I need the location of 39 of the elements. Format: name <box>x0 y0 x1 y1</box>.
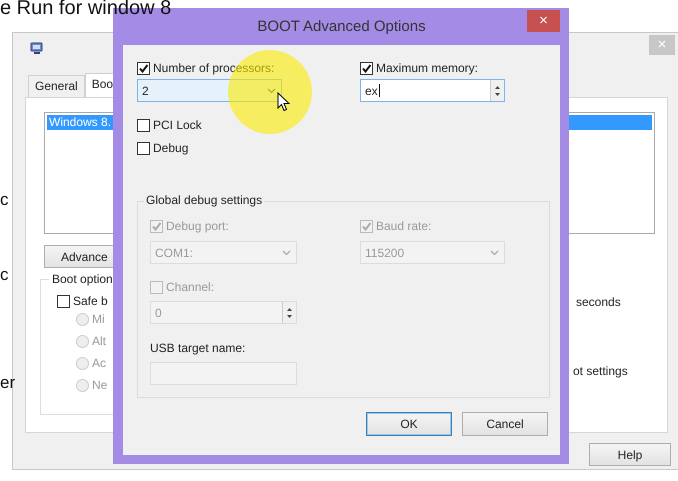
checkbox[interactable] <box>137 62 150 74</box>
group-title: Global debug settings <box>144 193 264 207</box>
field-label: USB target name: <box>150 341 246 355</box>
spin-buttons[interactable] <box>490 80 504 101</box>
pointer-icon <box>277 92 290 112</box>
close-button[interactable]: × <box>527 10 560 32</box>
text-fragment: c <box>0 265 8 285</box>
checkbox-label: Baud rate: <box>376 219 432 233</box>
checkbox[interactable] <box>57 294 70 308</box>
radio-label: Alt <box>92 334 106 348</box>
checkbox-label: Debug port: <box>166 219 229 233</box>
app-icon <box>30 42 44 54</box>
dialog-button[interactable]: Cancel <box>462 412 548 436</box>
input-field[interactable]: ex <box>360 79 505 102</box>
dropdown[interactable]: 2 <box>137 79 282 102</box>
group-title: Boot option <box>49 272 116 286</box>
text-fragment: er <box>0 373 16 393</box>
checkbox-label: Maximum memory: <box>376 61 478 75</box>
text-caret <box>378 84 380 97</box>
chevron-down-icon <box>490 250 499 256</box>
dialog-button[interactable]: OK <box>366 412 452 436</box>
chevron-down-icon <box>282 250 291 256</box>
radio-label: Ac <box>92 356 106 370</box>
checkbox-label: PCI Lock <box>153 118 202 132</box>
chevron-down-icon <box>267 88 276 94</box>
radio-label: Ne <box>92 378 108 392</box>
checkbox-label: Channel: <box>166 280 214 294</box>
checkbox-label: ot settings <box>572 364 629 378</box>
tab[interactable]: General <box>28 75 85 97</box>
dialog-title: BOOT Advanced Options <box>257 18 426 35</box>
text-fragment: c <box>0 190 8 210</box>
checkbox[interactable] <box>360 62 373 74</box>
checkbox-label: Safe b <box>73 294 108 308</box>
radio-label: Mi <box>92 312 105 326</box>
unit-label: seconds <box>575 295 622 309</box>
checkbox[interactable] <box>137 118 150 132</box>
checkbox[interactable] <box>137 142 150 154</box>
checkbox-label: Debug <box>153 141 188 155</box>
help-button[interactable]: Help <box>589 443 671 466</box>
